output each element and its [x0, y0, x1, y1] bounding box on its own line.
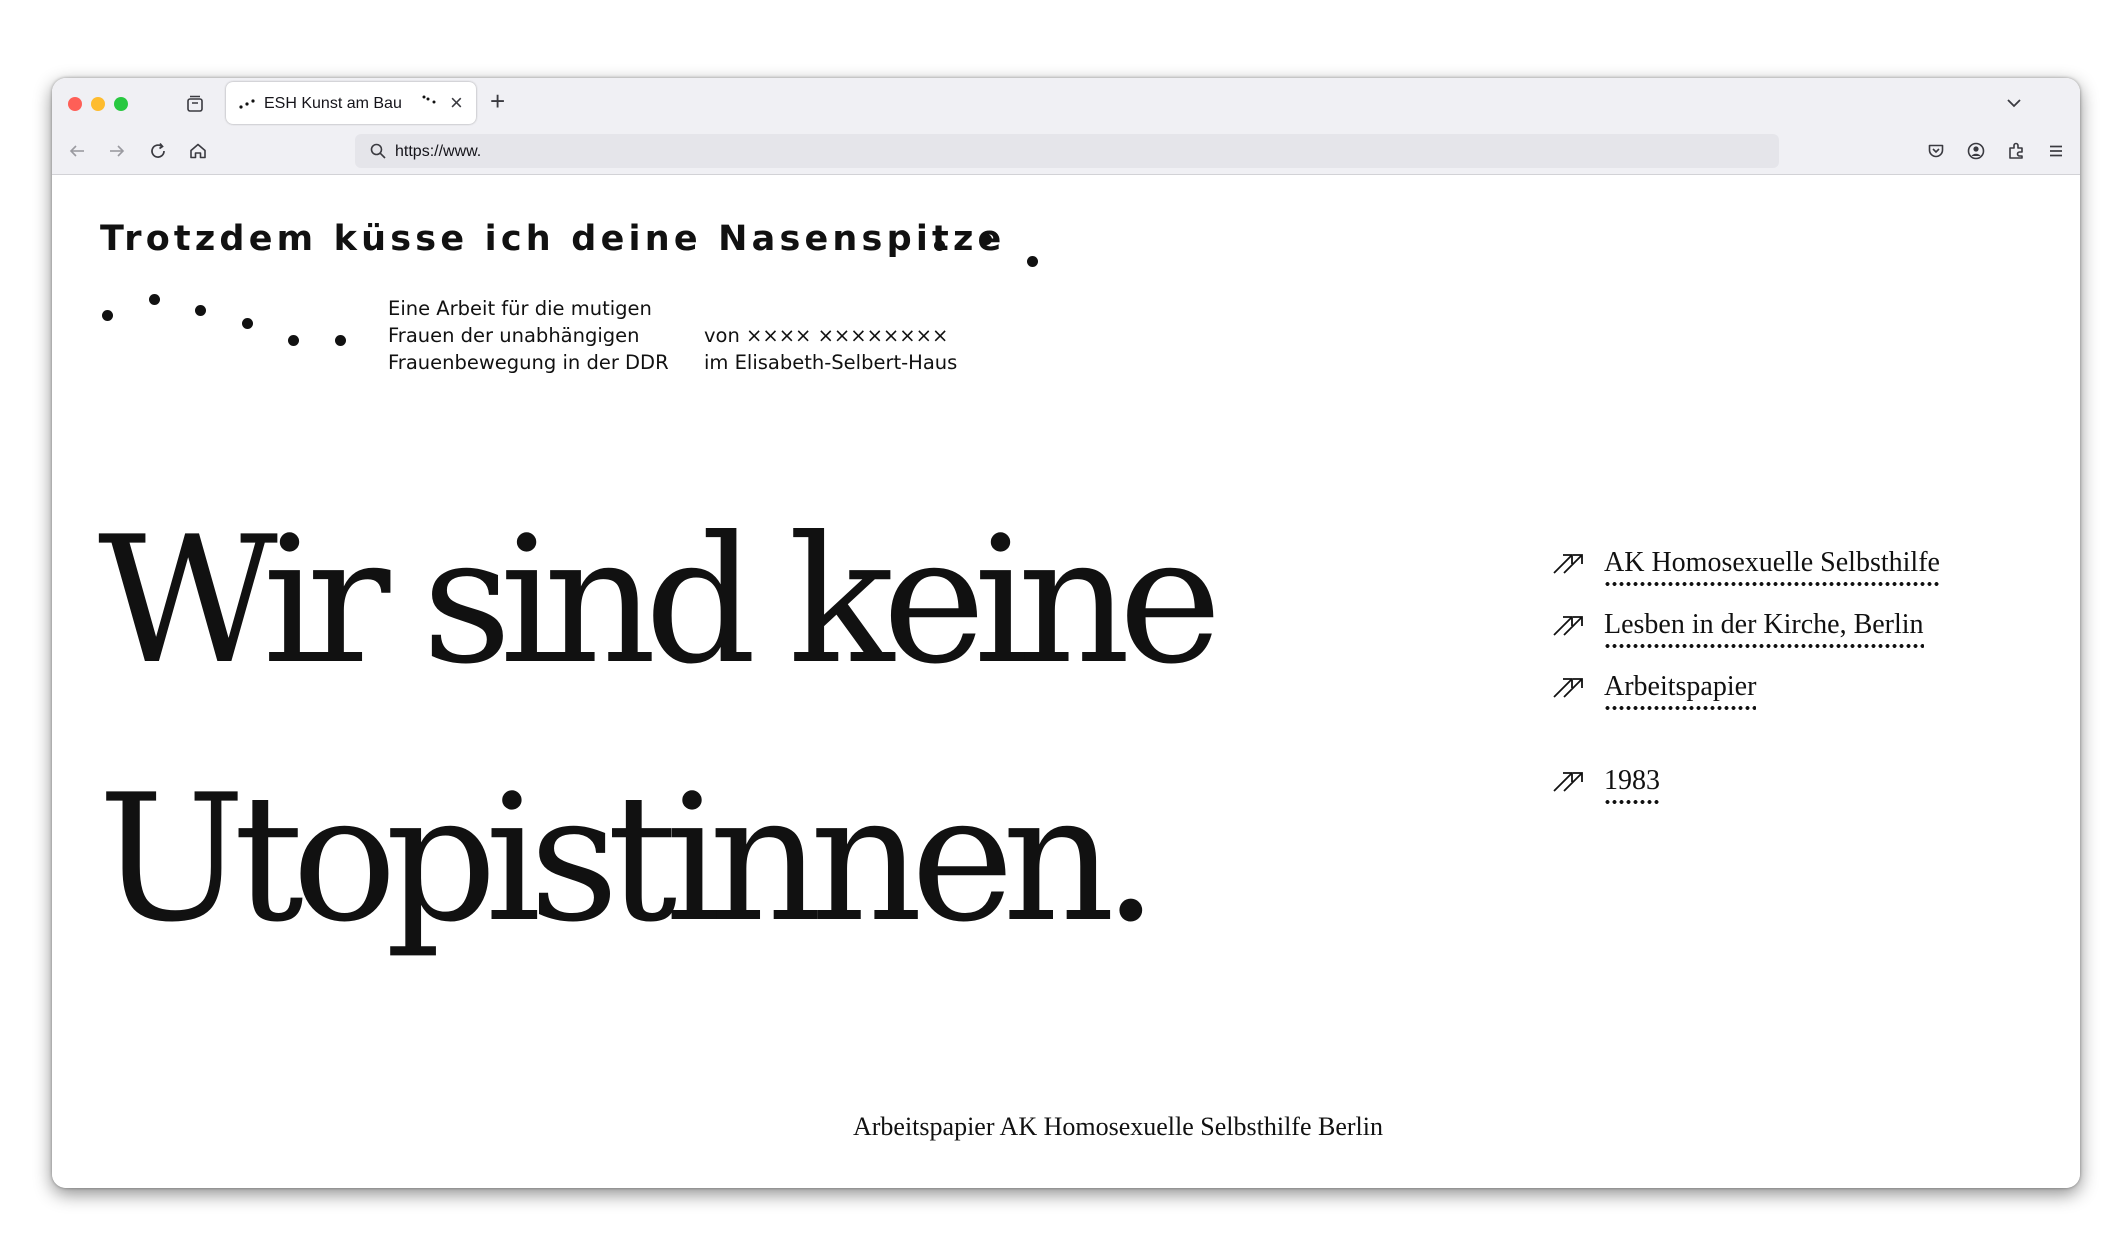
pocket-icon[interactable]	[1926, 141, 1946, 161]
back-icon[interactable]	[67, 141, 87, 161]
browser-window: ESH Kunst am Bau × + https://www. Trotzd…	[52, 78, 2080, 1188]
tab-audio-dots-icon	[422, 95, 436, 104]
tab-bar: ESH Kunst am Bau × +	[52, 78, 2080, 128]
intro-line: Eine Arbeit für die mutigen	[388, 297, 652, 320]
intro-line: Frauen der unabhängigen	[388, 324, 640, 347]
tab-overview-icon[interactable]	[185, 94, 205, 114]
double-arrow-icon	[1553, 554, 1583, 574]
close-tab-button[interactable]: ×	[450, 90, 463, 116]
tab-esh-kunst-am-bau[interactable]: ESH Kunst am Bau ×	[226, 82, 476, 124]
decorative-dot	[242, 318, 253, 329]
intro-description: Eine Arbeit für die mutigen Frauen der u…	[388, 295, 669, 376]
extensions-icon[interactable]	[2006, 141, 2026, 161]
link-label: 1983	[1604, 765, 1660, 804]
web-page: Trotzdem küsse ich deine Nasenspitze Ein…	[52, 175, 2080, 1188]
decorative-dot	[981, 234, 992, 245]
minimize-window-button[interactable]	[91, 97, 105, 111]
headline-quote: Wir sind keine Utopistinnen.	[98, 473, 1222, 989]
menu-icon[interactable]	[2046, 141, 2066, 161]
reload-icon[interactable]	[148, 141, 168, 161]
page-footer: Arbeitspapier AK Homosexuelle Selbsthilf…	[52, 1112, 2080, 1142]
forward-icon[interactable]	[107, 141, 127, 161]
browser-chrome: ESH Kunst am Bau × + https://www.	[52, 78, 2080, 175]
credit-line: von ×××× ××××××××	[704, 324, 949, 347]
site-title[interactable]: Trotzdem küsse ich deine Nasenspitze	[100, 219, 1005, 259]
link-label: Arbeitspapier	[1604, 671, 1757, 710]
decorative-dot	[102, 310, 113, 321]
navigation-toolbar: https://www.	[52, 128, 2080, 174]
new-tab-button[interactable]: +	[490, 86, 505, 117]
search-icon	[370, 143, 386, 159]
double-arrow-icon	[1553, 772, 1583, 792]
address-bar[interactable]: https://www.	[355, 134, 1779, 168]
double-arrow-icon	[1553, 616, 1583, 636]
zoom-window-button[interactable]	[114, 97, 128, 111]
intro-credits: von ×××× ×××××××× im Elisabeth-Selbert-H…	[704, 322, 957, 376]
account-icon[interactable]	[1966, 141, 1986, 161]
decorative-dot	[149, 294, 160, 305]
credit-line: im Elisabeth-Selbert-Haus	[704, 351, 958, 374]
home-icon[interactable]	[188, 141, 208, 161]
decorative-dot	[195, 305, 206, 316]
url-text: https://www.	[395, 143, 482, 160]
decorative-dot	[335, 335, 346, 346]
chevron-down-icon[interactable]	[2003, 93, 2025, 113]
decorative-dot	[288, 335, 299, 346]
close-window-button[interactable]	[68, 97, 82, 111]
headline-line: Utopistinnen.	[98, 758, 1159, 961]
decorative-dot	[934, 240, 945, 251]
tab-title: ESH Kunst am Bau	[264, 95, 402, 112]
headline-line: Wir sind keine	[98, 500, 1222, 703]
intro-line: Frauenbewegung in der DDR	[388, 351, 669, 374]
link-label: Lesben in der Kirche, Berlin	[1604, 609, 1924, 648]
footer-caption: Arbeitspapier AK Homosexuelle Selbsthilf…	[852, 1112, 1383, 1141]
decorative-dot	[1027, 256, 1038, 267]
double-arrow-icon	[1553, 678, 1583, 698]
link-label: AK Homosexuelle Selbsthilfe	[1604, 547, 1940, 586]
site-favicon-icon	[239, 99, 255, 109]
